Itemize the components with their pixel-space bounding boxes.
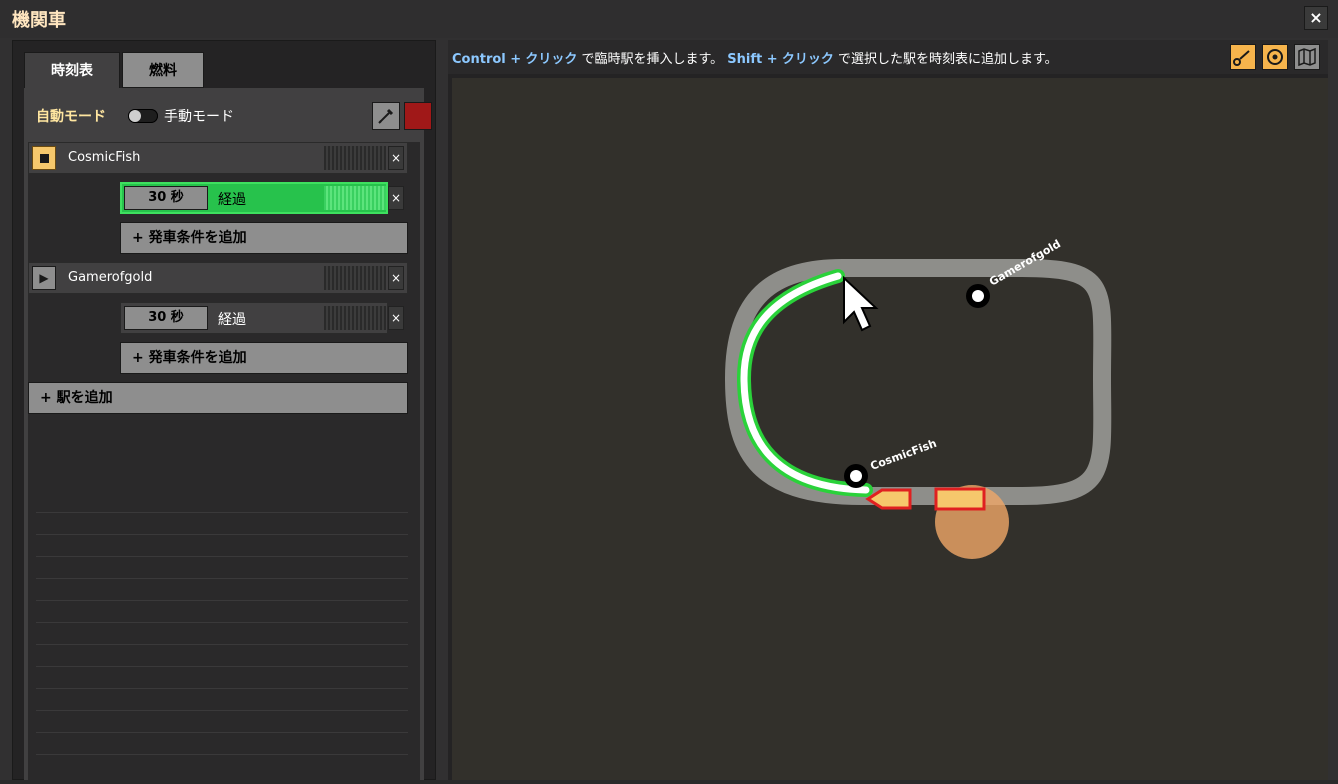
mode-row: 自動モード 手動モード	[24, 88, 432, 132]
hint-ctrl-key: Control +	[452, 52, 522, 67]
wagon-icon[interactable]	[934, 487, 986, 511]
station-progress-bar	[324, 146, 386, 170]
show-labels-toggle[interactable]	[1230, 44, 1256, 70]
mouse-cursor	[843, 275, 879, 332]
remove-condition-button[interactable]: ×	[388, 306, 404, 330]
schedule-list: CosmicFish × 30 秒 経過 × + 発車条件を追加 ▶ Gamer…	[28, 142, 420, 780]
row-divider	[36, 578, 408, 579]
row-divider	[36, 688, 408, 689]
map-station-label: CosmicFish	[869, 437, 939, 473]
schedule-panel: 時刻表 燃料 自動モード 手動モード CosmicFish × 30 秒 経過 …	[12, 40, 436, 780]
tab-schedule[interactable]: 時刻表	[24, 52, 120, 88]
schedule-content: 自動モード 手動モード CosmicFish × 30 秒 経過 × + 発車条…	[24, 88, 432, 780]
remove-condition-button[interactable]: ×	[388, 186, 404, 210]
hint-text: Control + クリック で臨時駅を挿入します。 Shift + クリック …	[452, 48, 1058, 67]
hint-shift-key: Shift +	[727, 52, 778, 67]
row-divider	[36, 622, 408, 623]
condition-time-button[interactable]: 30 秒	[124, 186, 208, 210]
mode-toggle[interactable]	[128, 109, 158, 123]
eyedropper-icon	[378, 108, 394, 124]
remove-station-button[interactable]: ×	[388, 266, 404, 290]
condition-type-label: 経過	[218, 192, 246, 208]
schedule-station-row[interactable]: ▶ Gamerofgold ×	[28, 262, 408, 294]
tag-icon	[1233, 50, 1250, 66]
row-divider	[36, 644, 408, 645]
row-divider	[36, 666, 408, 667]
window-title: 機関車	[12, 10, 66, 31]
add-station-button[interactable]: + 駅を追加	[28, 382, 408, 414]
row-divider	[36, 534, 408, 535]
station-name: CosmicFish	[68, 150, 141, 165]
row-divider	[36, 556, 408, 557]
locomotive-window: 機関車 × 時刻表 燃料 自動モード 手動モード CosmicFish × 30…	[0, 0, 1338, 780]
row-divider	[36, 732, 408, 733]
hint-ctrl-click: クリック	[525, 52, 578, 67]
condition-progress-bar	[324, 306, 386, 330]
play-icon[interactable]: ▶	[32, 266, 56, 290]
hint-shift-text: で選択した駅を時刻表に追加します。	[833, 52, 1058, 67]
row-divider	[36, 710, 408, 711]
row-divider	[36, 754, 408, 755]
close-button[interactable]: ×	[1304, 6, 1328, 30]
train-color-swatch[interactable]	[404, 102, 432, 130]
rail-map[interactable]: Gamerofgold CosmicFish	[452, 78, 1328, 780]
tab-fuel[interactable]: 燃料	[122, 52, 204, 88]
hint-shift-click: クリック	[781, 52, 834, 67]
map-view-toggle[interactable]	[1294, 44, 1320, 70]
show-train-toggle[interactable]	[1262, 44, 1288, 70]
row-divider	[36, 512, 408, 513]
station-progress-bar	[324, 266, 386, 290]
station-marker-center	[850, 470, 862, 482]
manual-mode-label: 手動モード	[164, 109, 234, 125]
station-marker-center	[972, 290, 984, 302]
remove-station-button[interactable]: ×	[388, 146, 404, 170]
wait-condition-row[interactable]: 30 秒 経過	[120, 182, 388, 214]
add-condition-button[interactable]: + 発車条件を追加	[120, 222, 408, 254]
gear-icon	[1267, 49, 1283, 65]
hint-bar: Control + クリック で臨時駅を挿入します。 Shift + クリック …	[448, 40, 1328, 74]
add-condition-button[interactable]: + 発車条件を追加	[120, 342, 408, 374]
eyedropper-button[interactable]	[372, 102, 400, 130]
map-panel: Control + クリック で臨時駅を挿入します。 Shift + クリック …	[448, 40, 1328, 780]
station-active-icon[interactable]	[32, 146, 56, 170]
rail-map-canvas[interactable]: Gamerofgold CosmicFish	[452, 78, 1328, 780]
condition-type-label: 経過	[218, 312, 246, 328]
schedule-station-row[interactable]: CosmicFish ×	[28, 142, 408, 174]
wait-condition-row[interactable]: 30 秒 経過	[120, 302, 388, 334]
condition-time-button[interactable]: 30 秒	[124, 306, 208, 330]
titlebar: 機関車 ×	[0, 0, 1338, 38]
map-icon	[1298, 47, 1316, 67]
condition-progress-bar	[324, 186, 386, 210]
row-divider	[36, 600, 408, 601]
auto-mode-label: 自動モード	[36, 109, 106, 125]
station-name: Gamerofgold	[68, 270, 153, 285]
hint-ctrl-text: で臨時駅を挿入します。	[577, 52, 728, 67]
